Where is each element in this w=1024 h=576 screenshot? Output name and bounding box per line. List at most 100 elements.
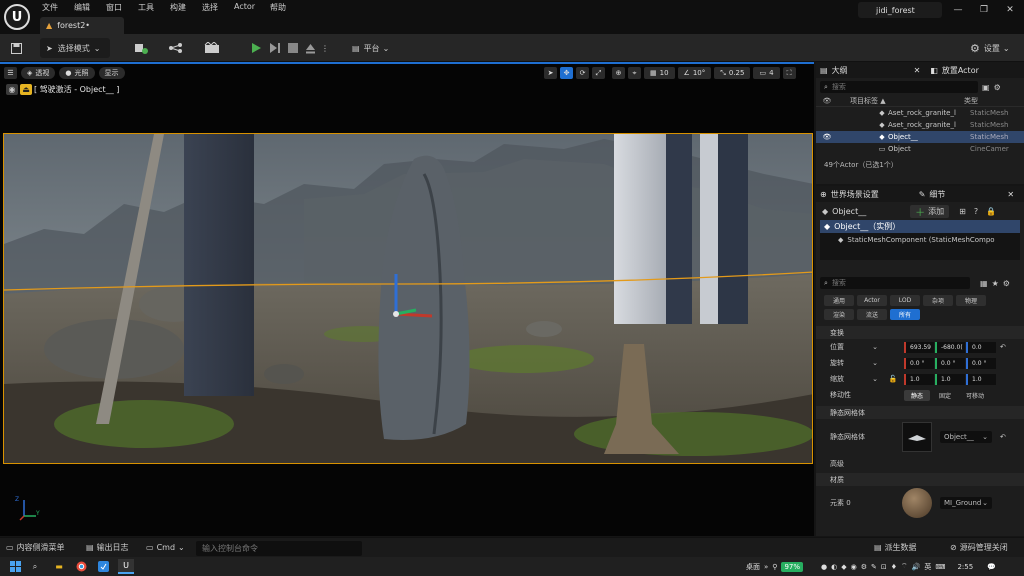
perspective-button[interactable]: ◈ 透视 xyxy=(21,67,56,79)
static-mesh-thumbnail[interactable] xyxy=(902,422,932,452)
menu-edit[interactable]: 编辑 xyxy=(74,2,90,13)
chrome-icon[interactable] xyxy=(74,560,88,573)
battery-indicator[interactable]: 97% xyxy=(781,561,803,572)
table-view-icon[interactable]: ▦ xyxy=(980,279,988,288)
scale-z[interactable]: 1.0 xyxy=(966,373,996,385)
derived-data-button[interactable]: ▤ 派生数据 xyxy=(874,540,917,555)
rotation-dropdown[interactable]: 旋转 ⌄ xyxy=(830,358,882,368)
stop-icon[interactable] xyxy=(285,38,301,58)
menu-select[interactable]: 选择 xyxy=(202,2,218,13)
tray-app-icon[interactable]: ⚙ xyxy=(861,563,867,571)
rotation-y[interactable]: 0.0 ° xyxy=(935,357,965,369)
pilot-camera-icon[interactable]: ◉ xyxy=(6,84,18,95)
close-tab-icon[interactable]: ✕ xyxy=(1007,190,1014,199)
clock[interactable]: 2:55 xyxy=(957,563,973,571)
details-search-input[interactable]: ⌕ 搜索 xyxy=(820,277,970,289)
maximize-viewport-icon[interactable]: ⛶ xyxy=(782,67,796,79)
menu-file[interactable]: 文件 xyxy=(42,2,58,13)
visibility-icon[interactable]: 👁 xyxy=(820,133,834,141)
more-options-icon[interactable]: ⋮ xyxy=(320,38,330,58)
windows-start-icon[interactable] xyxy=(8,560,22,573)
unreal-logo-icon[interactable]: U xyxy=(4,4,30,30)
location-z[interactable]: 0.0 xyxy=(966,341,996,353)
materials-section-header[interactable]: 材质 xyxy=(816,473,1024,486)
scale-x[interactable]: 1.0 xyxy=(904,373,934,385)
step-icon[interactable] xyxy=(267,38,283,58)
chevron-icon[interactable]: » xyxy=(764,563,768,571)
material-thumbnail[interactable] xyxy=(902,488,932,518)
tray-app-icon[interactable]: ✎ xyxy=(871,563,877,571)
output-log-button[interactable]: ▤ 输出日志 xyxy=(86,540,129,555)
settings-icon[interactable]: ⚙ xyxy=(994,83,1001,92)
reset-icon[interactable]: ↶ xyxy=(1000,343,1006,351)
settings-icon[interactable]: ⚙ xyxy=(1003,279,1010,288)
scale-dropdown[interactable]: 缩放 ⌄ xyxy=(830,374,882,384)
document-tab[interactable]: ▲ forest2• xyxy=(40,17,124,34)
menu-build[interactable]: 构建 xyxy=(170,2,186,13)
show-button[interactable]: 显示 xyxy=(98,67,125,79)
blueprint-icon[interactable]: ⊞ xyxy=(959,207,966,216)
lock-icon[interactable]: 🔒 xyxy=(986,207,996,216)
camera-speed-button[interactable]: ▭ 4 xyxy=(753,67,780,79)
place-actor-tab[interactable]: 放置Actor xyxy=(942,65,979,76)
location-x[interactable]: 693.59 xyxy=(904,341,934,353)
advanced-section-header[interactable]: 高级 xyxy=(816,457,1024,470)
category-actor[interactable]: Actor xyxy=(857,295,887,306)
rotation-z[interactable]: 0.0 ° xyxy=(966,357,996,369)
world-space-icon[interactable]: ⊕ xyxy=(612,67,625,79)
source-control-button[interactable]: ⊘ 源码管理关闭 xyxy=(950,540,1008,555)
ime-label[interactable]: 英 xyxy=(924,562,931,572)
outliner-row[interactable]: ▭ Object CineCamer xyxy=(816,143,1024,155)
location-dropdown[interactable]: 位置 ⌄ xyxy=(830,342,882,352)
grid-snap-button[interactable]: ▦ 10 xyxy=(644,67,675,79)
tray-app-icon[interactable]: ◐ xyxy=(831,563,837,571)
add-content-icon[interactable] xyxy=(130,38,154,58)
angle-snap-button[interactable]: ∠ 10° xyxy=(677,67,712,79)
world-settings-tab[interactable]: 世界场景设置 xyxy=(831,189,879,200)
hamburger-menu-icon[interactable]: ☰ xyxy=(4,67,17,79)
play-icon[interactable] xyxy=(248,38,264,58)
tray-app-icon[interactable]: ♦ xyxy=(891,563,897,571)
details-tab[interactable]: 细节 xyxy=(929,189,945,200)
add-component-button[interactable]: ＋ 添加 xyxy=(910,204,950,219)
visibility-icon[interactable]: 👁 xyxy=(820,97,834,105)
menu-actor[interactable]: Actor xyxy=(234,2,255,11)
tray-app-icon[interactable]: ◆ xyxy=(841,563,846,571)
lock-ratio-icon[interactable]: 🔓 xyxy=(882,375,904,383)
component-instance[interactable]: ◆ Object__（实例） xyxy=(820,220,1020,233)
mobility-static[interactable]: 静态 xyxy=(904,389,930,401)
select-tool-icon[interactable]: ➤ xyxy=(544,67,557,79)
mobility-movable[interactable]: 可移动 xyxy=(960,390,990,401)
content-drawer-button[interactable]: ▭ 内容侧滑菜单 xyxy=(6,540,65,555)
search-icon[interactable]: ⌕ xyxy=(28,560,42,573)
scale-y[interactable]: 1.0 xyxy=(935,373,965,385)
help-icon[interactable]: ? xyxy=(974,207,978,216)
scale-tool-icon[interactable]: ⤢ xyxy=(592,67,605,79)
restore-icon[interactable]: ❐ xyxy=(972,2,996,18)
outliner-row-selected[interactable]: 👁 ◆ Object__ StaticMesh xyxy=(816,131,1024,143)
rotate-tool-icon[interactable]: ⟳ xyxy=(576,67,589,79)
outliner-row[interactable]: ◆ Aset_rock_granite_l StaticMesh xyxy=(816,119,1024,131)
transform-section-header[interactable]: 变换 xyxy=(816,326,1024,339)
menu-window[interactable]: 窗口 xyxy=(106,2,122,13)
translate-tool-icon[interactable]: ✥ xyxy=(560,67,573,79)
reset-icon[interactable]: ↶ xyxy=(1000,433,1006,441)
minimize-icon[interactable]: — xyxy=(946,2,970,18)
star-icon[interactable]: ★ xyxy=(992,279,999,288)
scale-snap-button[interactable]: ⤡ 0.25 xyxy=(714,67,751,79)
location-y[interactable]: -680.0( xyxy=(935,341,965,353)
console-input[interactable]: 输入控制台命令 xyxy=(196,541,362,556)
surface-snap-icon[interactable]: ⌖ xyxy=(628,67,641,79)
rotation-x[interactable]: 0.0 ° xyxy=(904,357,934,369)
category-misc[interactable]: 杂项 xyxy=(923,295,953,306)
outliner-row[interactable]: ◆ Aset_rock_granite_l StaticMesh xyxy=(816,107,1024,119)
lit-button[interactable]: ● 光照 xyxy=(59,67,95,79)
column-type[interactable]: 类型 xyxy=(964,96,978,106)
tray-app-icon[interactable]: ⊡ xyxy=(881,563,887,571)
component-item[interactable]: ◆ StaticMeshComponent (StaticMeshCompo xyxy=(820,233,1020,246)
mobility-stationary[interactable]: 固定 xyxy=(932,390,958,401)
static-mesh-section-header[interactable]: 静态网格体 xyxy=(816,406,1024,419)
static-mesh-picker[interactable]: Object__ ⌄ xyxy=(940,431,992,443)
blueprint-icon[interactable] xyxy=(164,38,188,58)
platform-button[interactable]: ▤ 平台 ⌄ xyxy=(352,38,402,58)
